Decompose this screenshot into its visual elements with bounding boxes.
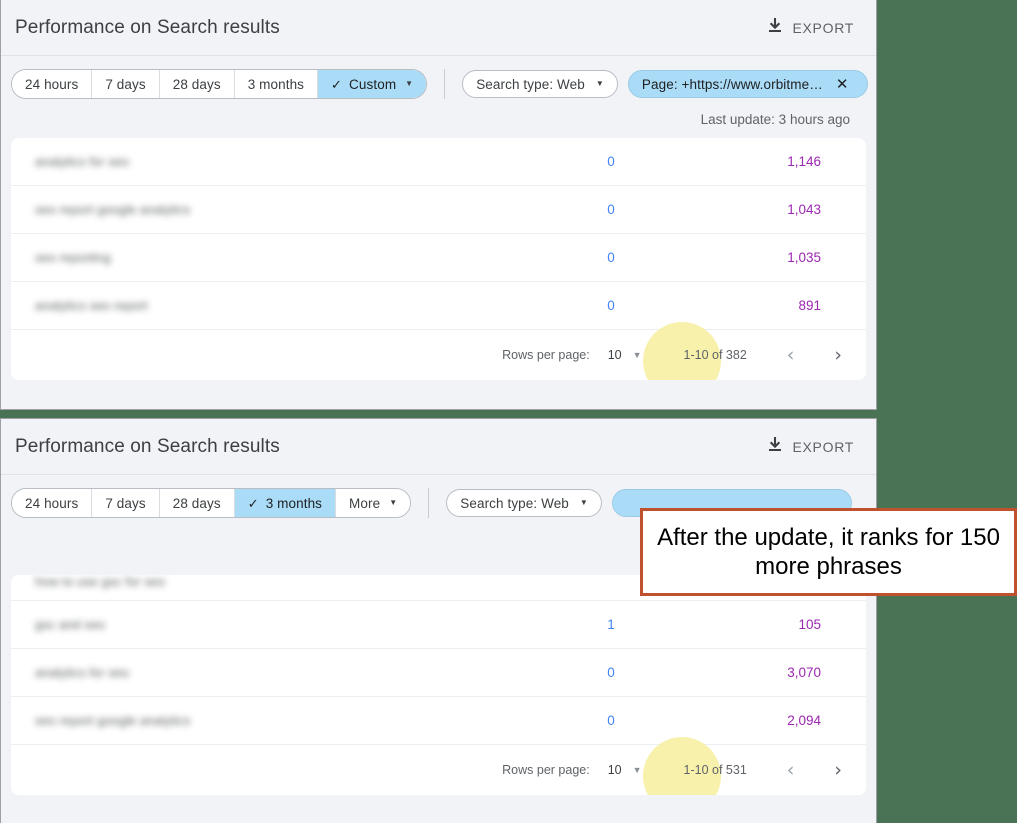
clicks-cell: 1: [607, 617, 615, 632]
queries-table: analytics for seo 0 1,146 seo report goo…: [11, 138, 866, 380]
clicks-cell: 0: [607, 665, 615, 680]
export-button[interactable]: EXPORT: [767, 436, 854, 458]
download-icon: [767, 17, 783, 39]
date-range-segmented-control: 24 hours 7 days 28 days ✓ 3 months More …: [11, 488, 412, 518]
previous-page-button[interactable]: ‹: [787, 760, 795, 780]
impressions-cell: 1,043: [787, 202, 821, 217]
table-row[interactable]: seo report google analytics 0 1,043: [11, 186, 866, 234]
date-range-label: 7 days: [105, 76, 146, 92]
previous-page-button[interactable]: ‹: [787, 345, 795, 365]
export-label: EXPORT: [792, 438, 854, 455]
pagination-bar: Rows per page: 10 ▼ 1-10 of 531 ‹ ›: [11, 737, 866, 795]
table-row[interactable]: analytics seo report 0 891: [11, 282, 866, 330]
date-range-label: 7 days: [105, 495, 146, 511]
performance-panel-after: Performance on Search results EXPORT 24 …: [0, 418, 877, 823]
divider: [444, 69, 446, 99]
query-cell: seo report google analytics: [35, 713, 191, 728]
chevron-down-icon: ▼: [389, 498, 398, 507]
table-row[interactable]: seo reporting 0 1,035: [11, 234, 866, 282]
chevron-down-icon[interactable]: ▼: [633, 765, 642, 775]
check-icon: ✓: [247, 495, 259, 511]
date-range-28-days[interactable]: 28 days: [159, 70, 235, 98]
download-icon: [767, 436, 783, 458]
impressions-cell: 3,070: [787, 665, 821, 680]
impressions-cell: 2,094: [787, 713, 821, 728]
query-cell: seo report google analytics: [35, 202, 191, 217]
date-range-label: 3 months: [247, 76, 305, 92]
rows-per-page-label: Rows per page:: [502, 348, 590, 362]
table-row[interactable]: gsc and seo 1 105: [11, 601, 866, 649]
date-range-label: 24 hours: [25, 495, 79, 511]
next-page-button[interactable]: ›: [834, 345, 842, 365]
clicks-cell: 0: [607, 298, 615, 313]
query-cell: analytics for seo: [35, 154, 129, 169]
chevron-down-icon[interactable]: ▼: [633, 350, 642, 360]
rows-per-page-value[interactable]: 10: [608, 348, 622, 362]
date-range-3-months[interactable]: ✓ 3 months: [234, 489, 337, 517]
impressions-cell: 1,146: [787, 154, 821, 169]
impressions-cell: 105: [798, 617, 821, 632]
last-update-text: Last update: 3 hours ago: [1, 112, 876, 138]
page-title: Performance on Search results: [15, 16, 280, 38]
date-range-label: 3 months: [265, 495, 323, 511]
date-range-7-days[interactable]: 7 days: [92, 489, 160, 517]
impressions-cell: 1,035: [787, 250, 821, 265]
search-type-filter-chip[interactable]: Search type: Web ▼: [462, 70, 618, 98]
date-range-more[interactable]: More ▼: [336, 489, 411, 517]
table-row[interactable]: seo report google analytics 0 2,094: [11, 697, 866, 745]
pagination-range: 1-10 of 531: [683, 763, 747, 777]
query-cell: how to use gsc for seo: [35, 575, 166, 589]
date-range-label: 28 days: [172, 76, 221, 92]
chevron-down-icon: ▼: [579, 498, 588, 507]
impressions-cell: 891: [798, 298, 821, 313]
date-range-label: Custom: [349, 76, 397, 92]
divider: [428, 488, 430, 518]
table-row[interactable]: analytics for seo 0 1,146: [11, 138, 866, 186]
pagination-bar: Rows per page: 10 ▼ 1-10 of 382 ‹ ›: [11, 322, 866, 380]
search-type-filter-chip[interactable]: Search type: Web ▼: [446, 489, 602, 517]
table-row[interactable]: analytics for seo 0 3,070: [11, 649, 866, 697]
page-filter-label: Page: +https://www.orbitme…: [641, 76, 823, 92]
close-icon[interactable]: ✕: [836, 77, 849, 92]
pagination-range: 1-10 of 382: [683, 348, 747, 362]
search-type-label: Search type: Web: [460, 495, 569, 511]
clicks-cell: 0: [607, 713, 615, 728]
filter-bar: 24 hours 7 days 28 days 3 months ✓ Custo…: [1, 56, 876, 112]
date-range-24-hours[interactable]: 24 hours: [12, 489, 93, 517]
date-range-label: 24 hours: [25, 76, 79, 92]
date-range-28-days[interactable]: 28 days: [159, 489, 235, 517]
date-range-custom[interactable]: ✓ Custom ▼: [318, 70, 427, 98]
date-range-label: More: [349, 495, 381, 511]
panel-header: Performance on Search results EXPORT: [1, 0, 876, 56]
rows-per-page-value[interactable]: 10: [608, 763, 622, 777]
performance-panel-before: Performance on Search results EXPORT 24 …: [0, 0, 877, 410]
clicks-cell: 0: [607, 202, 615, 217]
page-title: Performance on Search results: [15, 435, 280, 457]
chevron-down-icon: ▼: [595, 79, 604, 88]
date-range-segmented-control: 24 hours 7 days 28 days 3 months ✓ Custo…: [11, 69, 428, 99]
page-filter-chip[interactable]: Page: +https://www.orbitme… ✕: [627, 70, 868, 98]
date-range-24-hours[interactable]: 24 hours: [12, 70, 93, 98]
clicks-cell: 0: [607, 250, 615, 265]
annotation-callout: After the update, it ranks for 150 more …: [640, 508, 1017, 596]
query-cell: seo reporting: [35, 250, 111, 265]
export-button[interactable]: EXPORT: [767, 17, 854, 39]
panel-header: Performance on Search results EXPORT: [1, 419, 876, 475]
annotation-text: After the update, it ranks for 150 more …: [657, 523, 1000, 580]
rows-per-page-label: Rows per page:: [502, 763, 590, 777]
date-range-7-days[interactable]: 7 days: [92, 70, 160, 98]
date-range-3-months[interactable]: 3 months: [234, 70, 319, 98]
query-cell: analytics for seo: [35, 665, 129, 680]
date-range-label: 28 days: [172, 495, 221, 511]
queries-table: how to use gsc for seo gsc and seo 1 105…: [11, 575, 866, 795]
query-cell: analytics seo report: [35, 298, 148, 313]
chevron-down-icon: ▼: [405, 79, 414, 88]
search-type-label: Search type: Web: [476, 76, 585, 92]
check-icon: ✓: [331, 76, 343, 92]
next-page-button[interactable]: ›: [834, 760, 842, 780]
clicks-cell: 0: [607, 154, 615, 169]
export-label: EXPORT: [792, 19, 854, 36]
query-cell: gsc and seo: [35, 617, 106, 632]
